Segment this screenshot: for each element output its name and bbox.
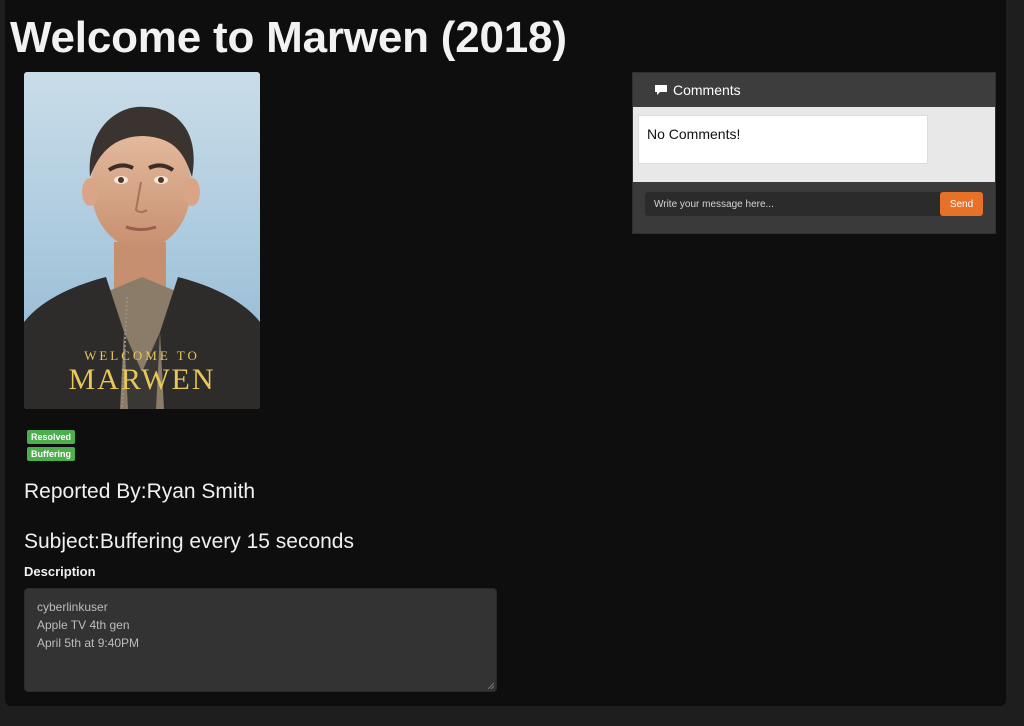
movie-poster: WELCOME TO MARWEN: [24, 72, 260, 409]
description-label: Description: [24, 564, 96, 579]
comments-header: Comments: [633, 73, 995, 107]
comments-panel: Comments No Comments! Send: [632, 72, 996, 234]
poster-title-word: MARWEN: [69, 363, 216, 396]
issue-subject: Subject:Buffering every 15 seconds: [24, 530, 354, 553]
page-title: Welcome to Marwen (2018): [10, 13, 567, 62]
reported-by: Reported By:Ryan Smith: [24, 480, 256, 503]
status-badge: Resolved: [27, 430, 76, 444]
comment-icon: [655, 85, 667, 95]
comments-title: Comments: [673, 82, 741, 98]
description-line: cyberlinkuser: [37, 600, 108, 614]
issue-type-badge: Buffering: [27, 447, 75, 461]
description-line: Apple TV 4th gen: [37, 618, 130, 632]
description-line: April 5th at 9:40PM: [37, 636, 140, 650]
resize-grip-icon[interactable]: [487, 682, 494, 689]
send-button[interactable]: Send: [940, 192, 983, 216]
comments-body: No Comments!: [633, 107, 995, 182]
main-panel: Welcome to Marwen (2018) WELCOME TO MARW…: [5, 0, 1006, 706]
message-input[interactable]: [645, 192, 941, 216]
no-comments-message: No Comments!: [638, 115, 928, 164]
description-textarea[interactable]: cyberlinkuser Apple TV 4th gen April 5th…: [24, 588, 497, 692]
poster-top-line: WELCOME TO: [84, 348, 200, 363]
comments-footer: Send: [633, 182, 995, 233]
